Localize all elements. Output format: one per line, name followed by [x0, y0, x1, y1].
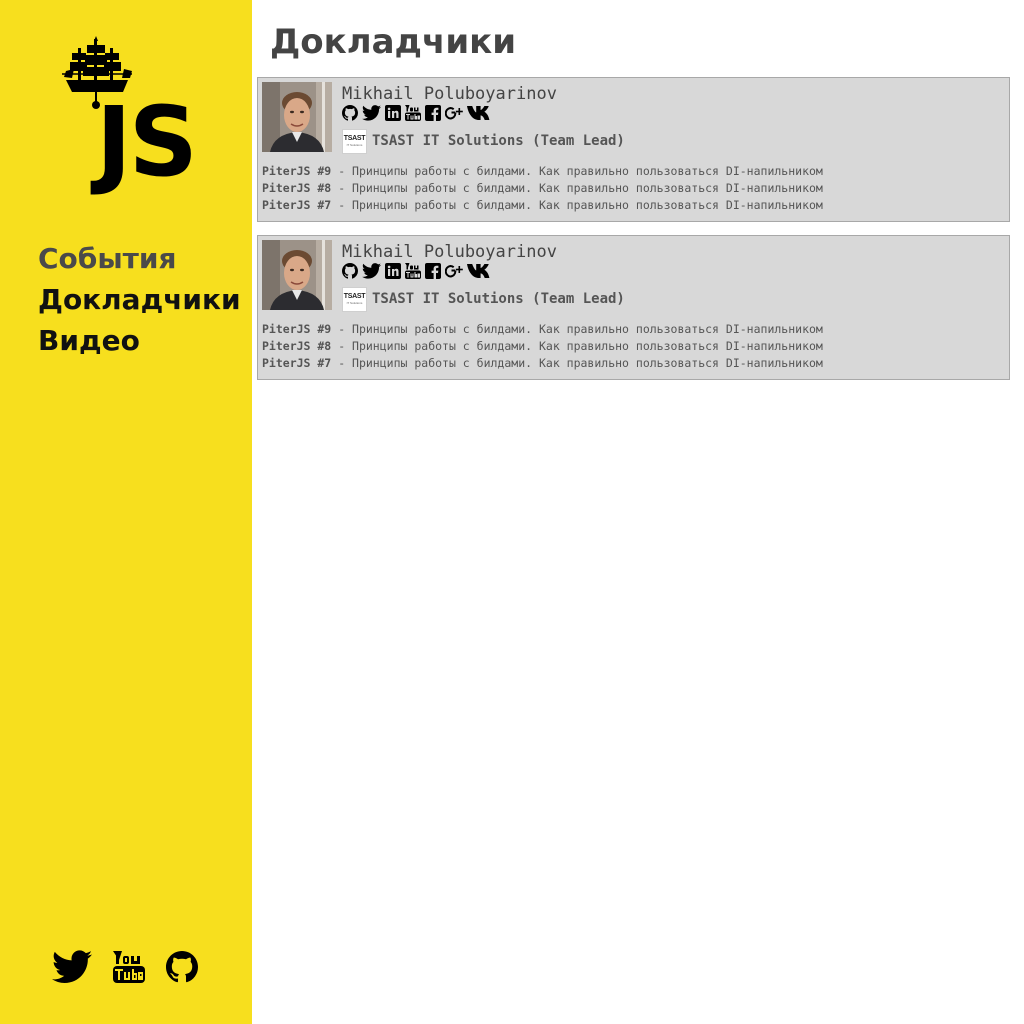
speaker-social-links [342, 104, 499, 126]
github-icon[interactable] [342, 262, 358, 284]
talk-item[interactable]: PiterJS #8 - Принципы работы с билдами. … [262, 338, 823, 355]
speaker-photo [262, 82, 332, 152]
speaker-social-links [342, 262, 499, 284]
twitter-icon[interactable] [362, 262, 381, 284]
company-name: TSAST IT Solutions (Team Lead) [372, 291, 625, 307]
company-logo: TSAST IT Solutions [342, 128, 367, 154]
google-plus-icon[interactable] [444, 263, 463, 284]
company-logo: TSAST IT Solutions [342, 286, 367, 312]
talk-item[interactable]: PiterJS #9 - Принципы работы с билдами. … [262, 321, 823, 338]
company: TSAST IT Solutions TSAST IT Solutions (T… [342, 128, 625, 154]
talk-list: PiterJS #9 - Принципы работы с билдами. … [262, 321, 823, 372]
facebook-icon[interactable] [425, 262, 441, 284]
twitter-icon[interactable] [362, 104, 381, 126]
github-icon[interactable] [342, 104, 358, 126]
talk-event: PiterJS #7 [262, 356, 332, 370]
company-logo-text: TSAST [343, 293, 366, 300]
facebook-icon[interactable] [425, 104, 441, 126]
company: TSAST IT Solutions TSAST IT Solutions (T… [342, 286, 625, 312]
company-logo-subtext: IT Solutions [346, 143, 363, 147]
talk-list: PiterJS #9 - Принципы работы с билдами. … [262, 163, 823, 214]
github-icon[interactable] [166, 951, 198, 988]
linkedin-icon[interactable] [385, 262, 401, 284]
nav-speakers[interactable]: Докладчики [38, 279, 241, 320]
talk-title: - Принципы работы с билдами. Как правиль… [338, 339, 823, 353]
main-content: Докладчики Mikhail Poluboyarinov TSAST I… [252, 0, 1024, 1024]
piterjs-logo[interactable]: JS [60, 36, 210, 191]
talk-item[interactable]: PiterJS #8 - Принципы работы с билдами. … [262, 180, 823, 197]
talk-title: - Принципы работы с билдами. Как правиль… [338, 356, 823, 370]
talk-title: - Принципы работы с билдами. Как правиль… [338, 181, 823, 195]
speaker-card: Mikhail Poluboyarinov TSAST IT Solutions… [257, 77, 1010, 222]
speaker-name[interactable]: Mikhail Poluboyarinov [342, 242, 557, 262]
vk-icon[interactable] [467, 263, 495, 284]
talk-item[interactable]: PiterJS #7 - Принципы работы с билдами. … [262, 355, 823, 372]
vk-icon[interactable] [467, 105, 495, 126]
talk-event: PiterJS #9 [262, 164, 332, 178]
talk-title: - Принципы работы с билдами. Как правиль… [338, 198, 823, 212]
company-name: TSAST IT Solutions (Team Lead) [372, 133, 625, 149]
linkedin-icon[interactable] [385, 104, 401, 126]
nav-events[interactable]: События [38, 238, 241, 279]
talk-title: - Принципы работы с билдами. Как правиль… [338, 322, 823, 336]
logo-text: JS [96, 86, 198, 198]
youtube-icon[interactable] [405, 104, 421, 126]
company-logo-subtext: IT Solutions [346, 301, 363, 305]
twitter-icon[interactable] [52, 950, 92, 989]
speaker-list: Mikhail Poluboyarinov TSAST IT Solutions… [257, 77, 1010, 393]
talk-event: PiterJS #8 [262, 339, 332, 353]
nav-video[interactable]: Видео [38, 320, 241, 361]
company-logo-text: TSAST [343, 135, 366, 142]
talk-item[interactable]: PiterJS #7 - Принципы работы с билдами. … [262, 197, 823, 214]
speaker-card: Mikhail Poluboyarinov TSAST IT Solutions… [257, 235, 1010, 380]
speaker-photo [262, 240, 332, 310]
talk-event: PiterJS #7 [262, 198, 332, 212]
main-nav: События Докладчики Видео [38, 238, 241, 361]
sidebar: JS События Докладчики Видео [0, 0, 252, 1024]
google-plus-icon[interactable] [444, 105, 463, 126]
youtube-icon[interactable] [405, 262, 421, 284]
talk-event: PiterJS #8 [262, 181, 332, 195]
footer-social-links [52, 950, 219, 989]
speaker-name[interactable]: Mikhail Poluboyarinov [342, 84, 557, 104]
youtube-icon[interactable] [113, 951, 145, 988]
talk-item[interactable]: PiterJS #9 - Принципы работы с билдами. … [262, 163, 823, 180]
talk-title: - Принципы работы с билдами. Как правиль… [338, 164, 823, 178]
talk-event: PiterJS #9 [262, 322, 332, 336]
page-title: Докладчики [270, 22, 517, 62]
